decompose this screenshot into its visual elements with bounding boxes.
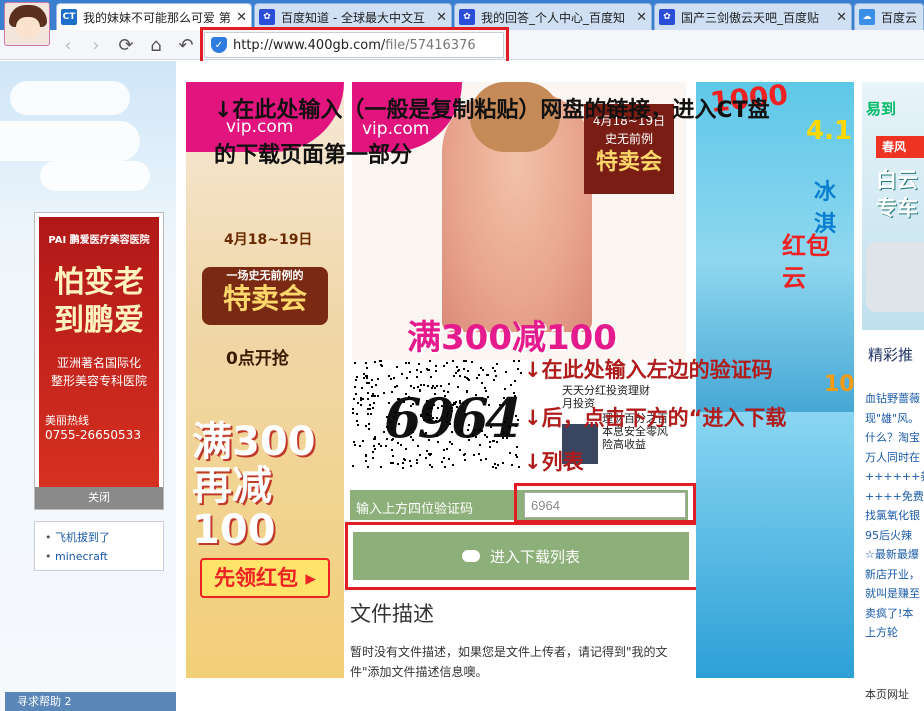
description-text: 暂时没有文件描述，如果您是文件上传者，请记得到"我的文件"添加文件描述信息噢。 (350, 645, 668, 679)
vip-sale: 特卖会 (222, 282, 307, 315)
paw-favicon-icon: ✿ (459, 9, 475, 25)
vip-deal-1: 满300 (192, 419, 316, 465)
close-tab-icon[interactable]: ✕ (636, 10, 647, 25)
paw-favicon-icon: ✿ (659, 9, 675, 25)
ad-headline-1: 怕变老 (54, 265, 144, 300)
ad-sub-1: 亚洲著名国际化 (56, 356, 141, 370)
tab-3[interactable]: ✿ 我的回答_个人中心_百度知 ✕ (454, 3, 652, 30)
ad-sub-2: 整形美容专科医院 (50, 374, 147, 388)
annotation-code: ↓在此处输入左边的验证码 (524, 358, 773, 382)
user-avatar[interactable] (4, 2, 50, 46)
vip-ad-left[interactable]: vip.com 4月18~19日 一场史无前例的 特卖会 0点开抢 满300 再减… (186, 82, 344, 678)
right-footer: 本页网址 (865, 688, 909, 701)
ad-brand: PAI 鹏爱医疗美容医院 (48, 235, 150, 246)
ad-headline-2: 到鹏爱 (54, 303, 144, 338)
annotation-url: ↓在此处输入（一般是复制粘贴）网盘的链接，进入CT盘 (214, 98, 770, 123)
vip-tag-big: 特卖会 (595, 150, 662, 175)
button-highlight-box (345, 522, 699, 590)
code-label: 输入上方四位验证码 (356, 502, 474, 517)
cloud-favicon-icon: ☁ (859, 9, 875, 25)
right-news-item[interactable]: ++++免费 (865, 488, 924, 504)
right-news-item[interactable]: 什么？淘宝 (865, 429, 920, 445)
right-logo: 易到 (866, 100, 897, 118)
ice-text: 冰淇 (814, 180, 837, 237)
right-news-item[interactable]: 上方轮 (865, 624, 898, 640)
ad-hotline-label: 美丽热线 (45, 414, 89, 427)
right-news-item[interactable]: ☆最新最爆 (865, 546, 919, 562)
ad-close-button[interactable]: 关闭 (35, 487, 163, 509)
left-link-1[interactable]: 飞机拔到了 (45, 528, 163, 547)
left-hospital-ad[interactable]: PAI 鹏爱医疗美容医院 怕变老 到鹏爱 亚洲著名国际化 整形美容专科医院 美丽… (34, 212, 164, 510)
right-news-item[interactable]: 卖疯了!本 (865, 605, 913, 621)
right-banner-ad[interactable]: 易到 春风 白云专车 (862, 82, 924, 330)
tab-title: 百度云 客 (881, 10, 919, 25)
right-news-item[interactable]: 血钻野蔷薇 (865, 390, 920, 406)
vip-promo: 满300减100 (407, 318, 617, 358)
ice-orange: 100 (824, 372, 854, 397)
tab-2[interactable]: ✿ 百度知道 - 全球最大中文互 ✕ (254, 3, 452, 30)
annotation-url-2: 的下载页面第一部分 (214, 143, 413, 168)
right-news-item[interactable]: 现"雄"风。 (865, 410, 919, 426)
annotation-click: ↓后，点击下方的“进入下载 (524, 406, 787, 430)
tab-4[interactable]: ✿ 国产三剑傲云天吧_百度贴 ✕ (654, 3, 852, 30)
right-news-item[interactable]: 找氯氧化银 (865, 507, 920, 523)
input-highlight-box (514, 483, 696, 523)
paw-favicon-icon: ✿ (259, 9, 275, 25)
ice-red: 红包云 (782, 230, 830, 294)
close-tab-icon[interactable]: ✕ (836, 10, 847, 25)
help-bar[interactable]: 寻求帮助 2 (5, 692, 185, 711)
tab-5[interactable]: ☁ 百度云 客 (854, 3, 924, 30)
captcha-image[interactable]: 6964 (352, 360, 524, 470)
vip-sale-top: 一场史无前例的 (226, 269, 304, 282)
refresh-icon[interactable]: ⟳ (114, 33, 138, 57)
right-spring: 春风 (876, 136, 924, 158)
ice-num2: 4.1 (806, 116, 853, 146)
tab-title: 百度知道 - 全球最大中文互 (281, 10, 425, 25)
tab-title: 国产三剑傲云天吧_百度贴 (681, 10, 820, 25)
tab-1[interactable]: CT 我的妹妹不可能那么可爱 第 ✕ (56, 3, 252, 30)
left-link-2[interactable]: minecraft (45, 547, 163, 566)
right-news-item[interactable]: ++++++养 (865, 468, 924, 484)
description-heading: 文件描述 (350, 602, 434, 626)
ct-favicon-icon: CT (61, 9, 77, 25)
text-ad-line: 天天分红投资理财 (562, 384, 650, 397)
close-tab-icon[interactable]: ✕ (436, 10, 447, 25)
ice-red-2: 云 (782, 264, 806, 292)
forward-icon[interactable]: › (84, 33, 108, 57)
annotation-list: ↓列表 (524, 450, 584, 474)
right-baiyun: 白云 专车 (876, 166, 918, 222)
vip-tag-line: 史无前例 (604, 132, 653, 146)
right-news-item[interactable]: 95后火辣 (865, 527, 912, 543)
undo-icon[interactable]: ↶ (174, 33, 198, 57)
right-baiyun-1: 白云 (876, 168, 918, 192)
tab-title: 我的回答_个人中心_百度知 (481, 10, 626, 25)
captcha-digits: 6964 (384, 386, 522, 450)
car-image (866, 242, 924, 312)
close-tab-icon[interactable]: ✕ (236, 10, 247, 25)
vip-deal-2: 再减100 (192, 463, 276, 553)
vip-cta-button[interactable]: 先领红包 ▸ (200, 558, 330, 598)
right-news-item[interactable]: 新店开业， (865, 566, 920, 582)
ice-red-1: 红包 (782, 232, 830, 260)
vip-date: 4月18~19日 (224, 232, 313, 248)
vip-sale-badge: 一场史无前例的 特卖会 (202, 267, 328, 325)
back-icon[interactable]: ‹ (56, 33, 80, 57)
ad-hotline: 0755-26650533 (45, 428, 141, 442)
right-column: 易到 春风 白云专车 精彩推 血钻野蔷薇现"雄"风。 什么？淘宝万人同时在 ++++… (862, 82, 924, 711)
right-news-item[interactable]: 万人同时在 (865, 449, 920, 465)
right-section-title: 精彩推 (868, 346, 914, 364)
left-links: 飞机拔到了 minecraft (34, 521, 164, 571)
vip-zero: 0点开抢 (226, 349, 289, 369)
home-icon[interactable]: ⌂ (144, 33, 168, 57)
right-news-item[interactable]: 就叫是赚至 (865, 585, 920, 601)
tab-title: 我的妹妹不可能那么可爱 第 (83, 10, 231, 25)
right-baiyun-2: 专车 (876, 196, 918, 220)
